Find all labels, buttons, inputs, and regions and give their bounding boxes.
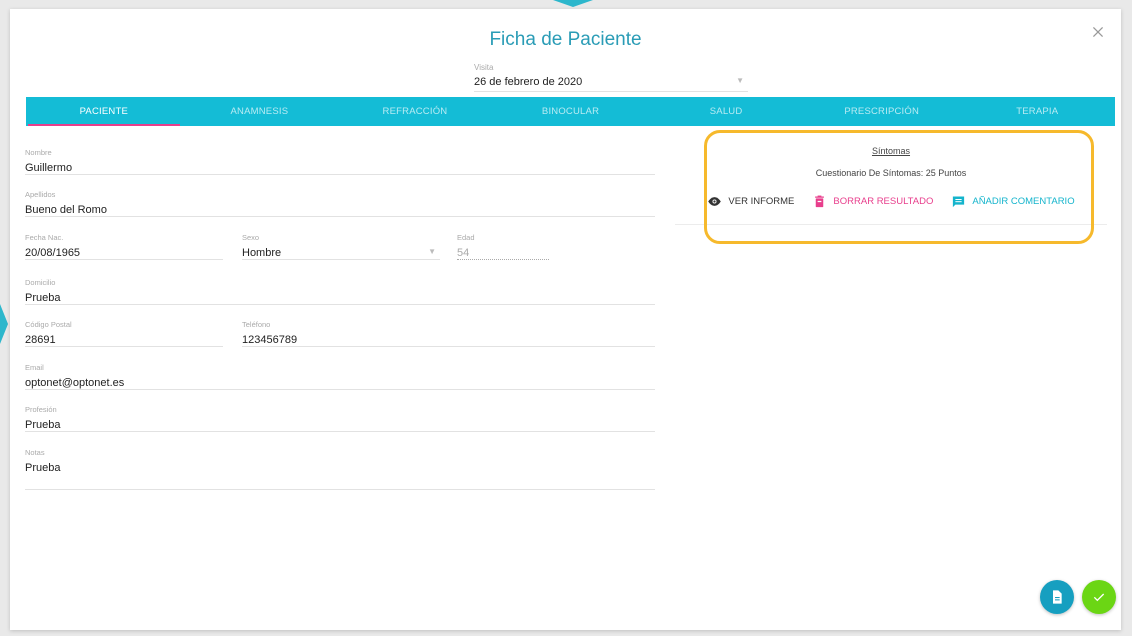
check-icon [1093,593,1105,602]
tab-anamnesis[interactable]: ANAMNESIS [182,97,338,126]
sexo-select[interactable]: Sexo Hombre ▼ [242,233,440,260]
email-field[interactable]: Email optonet@optonet.es [25,363,655,390]
dialog-title: Ficha de Paciente [489,29,642,50]
sexo-value: Hombre [242,247,282,259]
symptoms-score: Cuestionario De Síntomas: 25 Puntos [815,168,967,178]
tab-paciente[interactable]: PACIENTE [26,97,182,126]
codigo-postal-field[interactable]: Código Postal 28691 [25,320,223,347]
domicilio-label: Domicilio [25,278,56,287]
tab-bar: PACIENTE ANAMNESIS REFRACCIÓN BINOCULAR … [26,97,1115,126]
profesion-label: Profesión [25,405,57,414]
codigo-postal-value: 28691 [25,334,56,346]
notas-value: Prueba [25,462,61,474]
nombre-value: Guillermo [25,162,73,174]
domicilio-field[interactable]: Domicilio Prueba [25,278,655,305]
view-report-label: VER INFORME [728,196,795,207]
patient-dialog: Ficha de Paciente Visita 26 de febrero d… [10,9,1121,630]
telefono-value: 123456789 [242,334,298,346]
left-edge-marker [0,304,8,344]
nombre-field[interactable]: Nombre Guillermo [25,148,655,175]
email-label: Email [25,363,44,372]
apellidos-value: Bueno del Romo [25,204,107,216]
symptoms-title[interactable]: Síntomas [675,146,1107,156]
tab-binocular[interactable]: BINOCULAR [493,97,649,126]
fecha-nac-label: Fecha Nac. [25,233,64,242]
close-button[interactable] [1087,21,1109,43]
delete-result-label: BORRAR RESULTADO [833,196,934,207]
chevron-down-icon: ▼ [428,247,436,256]
visit-value: 26 de febrero de 2020 [474,76,583,88]
notas-field[interactable]: Notas Prueba [25,448,655,490]
top-edge-marker [553,0,593,7]
nombre-label: Nombre [25,148,52,157]
fecha-nac-field[interactable]: Fecha Nac. 20/08/1965 [25,233,223,260]
profesion-value: Prueba [25,419,61,431]
symptoms-panel: Síntomas Cuestionario De Síntomas: 25 Pu… [675,134,1107,225]
close-icon [1092,26,1104,38]
sexo-label: Sexo [242,233,260,242]
email-value: optonet@optonet.es [25,377,125,389]
document-icon [1053,590,1062,604]
edad-value: 54 [457,247,470,259]
visit-label: Visita [474,63,494,72]
chevron-down-icon: ▼ [736,76,744,85]
confirm-button[interactable] [1082,580,1116,614]
tab-terapia[interactable]: TERAPIA [959,97,1115,126]
telefono-label: Teléfono [242,320,271,329]
notas-label: Notas [25,448,45,457]
apellidos-label: Apellidos [25,190,56,199]
edad-label: Edad [457,233,475,242]
edad-field: Edad 54 [457,233,549,260]
trash-icon [815,195,825,208]
tab-prescripcion[interactable]: PRESCRIPCIÓN [804,97,960,126]
comment-icon [953,196,965,208]
telefono-field[interactable]: Teléfono 123456789 [242,320,655,347]
add-comment-label: AÑADIR COMENTARIO [972,196,1075,207]
tab-refraccion[interactable]: REFRACCIÓN [337,97,493,126]
profesion-field[interactable]: Profesión Prueba [25,405,655,432]
codigo-postal-label: Código Postal [25,320,72,329]
apellidos-field[interactable]: Apellidos Bueno del Romo [25,190,655,217]
delete-result-button[interactable]: BORRAR RESULTADO [812,194,933,209]
report-button[interactable] [1040,580,1074,614]
domicilio-value: Prueba [25,292,61,304]
eye-icon [708,197,722,206]
view-report-button[interactable]: VER INFORME [707,194,794,209]
fecha-nac-value: 20/08/1965 [25,247,81,259]
add-comment-button[interactable]: AÑADIR COMENTARIO [951,194,1075,209]
tab-salud[interactable]: SALUD [648,97,804,126]
visit-select[interactable]: Visita 26 de febrero de 2020 ▼ [474,63,748,92]
symptoms-actions: VER INFORME BORRAR RESULTADO AÑADIR COME… [675,194,1107,209]
